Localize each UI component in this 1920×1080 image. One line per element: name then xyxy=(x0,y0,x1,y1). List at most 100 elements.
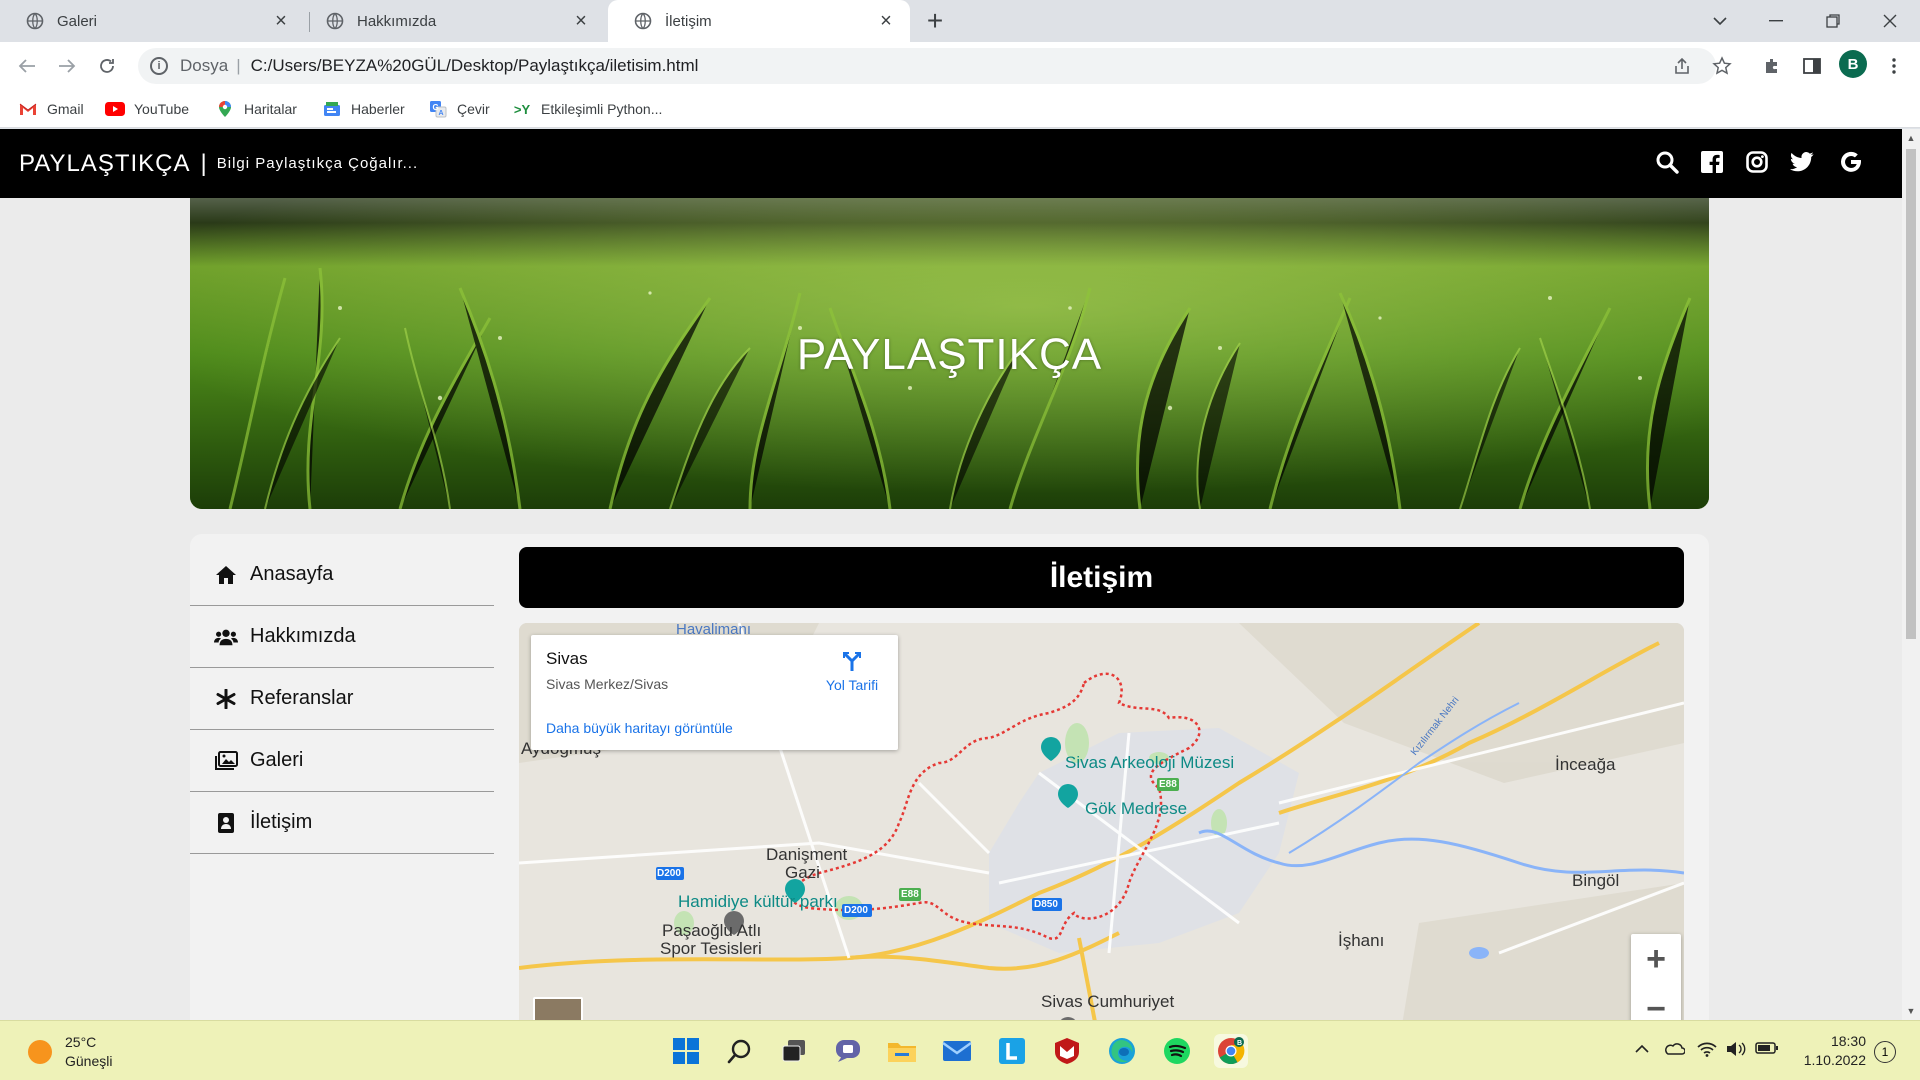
site-tagline: Bilgi Paylaştıkça Çoğalır... xyxy=(216,155,419,172)
back-arrow-icon[interactable] xyxy=(11,50,43,82)
road-shield-d200: D200 xyxy=(844,905,868,916)
instagram-icon[interactable] xyxy=(1742,147,1772,177)
reload-icon[interactable] xyxy=(91,50,123,82)
tab-search-chevron-icon[interactable] xyxy=(1692,0,1748,42)
wifi-icon[interactable] xyxy=(1697,1041,1717,1060)
facebook-icon[interactable] xyxy=(1697,147,1727,177)
new-tab-button[interactable]: + xyxy=(920,5,950,36)
globe-icon xyxy=(634,12,652,30)
google-icon[interactable] xyxy=(1836,147,1866,177)
asterisk-icon xyxy=(214,687,238,711)
weather-widget[interactable]: 25°C Güneşli xyxy=(28,1033,112,1071)
map-label-park[interactable]: Hamidiye kültür parkı xyxy=(678,892,838,912)
system-clock[interactable]: 18:30 1.10.2022 xyxy=(1786,1032,1866,1070)
more-menu-icon[interactable] xyxy=(1880,52,1908,80)
browser-tab-strip: Galeri × Hakkımızda × İletişim × + xyxy=(0,0,1920,42)
bookmark-gmail[interactable]: Gmail xyxy=(18,90,84,128)
tab-iletisim[interactable]: İletişim × xyxy=(608,0,910,42)
map-zoom-controls: + − xyxy=(1631,934,1681,1020)
bookmark-haritalar[interactable]: Haritalar xyxy=(215,90,297,128)
satellite-toggle-thumbnail[interactable] xyxy=(533,997,583,1020)
profile-avatar[interactable]: B xyxy=(1839,50,1867,78)
omnibox-scheme-label: Dosya xyxy=(180,56,229,75)
tab-title: İletişim xyxy=(665,12,712,30)
globe-icon xyxy=(26,12,44,30)
map-label-danisment: Danişment xyxy=(766,845,848,864)
task-view-icon[interactable] xyxy=(777,1034,811,1068)
sidebar-item-galeri[interactable]: Galeri xyxy=(190,730,494,792)
search-icon[interactable] xyxy=(723,1034,757,1068)
page-scrollbar[interactable]: ▲ ▼ xyxy=(1902,129,1920,1020)
extensions-icon[interactable] xyxy=(1758,52,1786,80)
tray-overflow-chevron-icon[interactable] xyxy=(1635,1041,1649,1057)
scroll-down-arrow-icon[interactable]: ▼ xyxy=(1906,1006,1916,1016)
sidebar-item-anasayfa[interactable]: Anasayfa xyxy=(190,544,494,606)
url-text[interactable]: C:/Users/BEYZA%20GÜL/Desktop/Paylaştıkça… xyxy=(251,56,699,76)
clock-time: 18:30 xyxy=(1830,1033,1866,1049)
teams-chat-icon[interactable] xyxy=(831,1034,865,1068)
scroll-up-arrow-icon[interactable]: ▲ xyxy=(1906,133,1916,143)
temperature: 25°C xyxy=(65,1034,97,1050)
side-panel-icon[interactable] xyxy=(1798,52,1826,80)
close-icon[interactable]: × xyxy=(876,10,896,32)
file-explorer-icon[interactable] xyxy=(885,1034,919,1068)
edge-icon[interactable] xyxy=(1105,1034,1139,1068)
forward-arrow-icon[interactable] xyxy=(51,50,83,82)
close-icon[interactable]: × xyxy=(271,10,291,32)
larger-map-link[interactable]: Daha büyük haritayı görüntüle xyxy=(546,720,733,736)
minimize-icon[interactable] xyxy=(1748,0,1804,42)
clock-date: 1.10.2022 xyxy=(1803,1052,1866,1068)
sidebar-item-label: Hakkımızda xyxy=(250,625,356,647)
road-shield-d200: D200 xyxy=(657,868,681,879)
mcafee-icon[interactable] xyxy=(1050,1034,1084,1068)
sidebar-item-iletisim[interactable]: İletişim xyxy=(190,792,494,854)
map-label-museum[interactable]: Sivas Arkeoloji Müzesi xyxy=(1065,753,1234,773)
bookmark-star-icon[interactable] xyxy=(1708,52,1736,80)
tab-title: Galeri xyxy=(57,12,98,30)
l-app-icon[interactable] xyxy=(995,1034,1029,1068)
tab-galeri[interactable]: Galeri × xyxy=(0,0,305,42)
zoom-in-button[interactable]: + xyxy=(1631,934,1681,984)
brand-logo-text[interactable]: PAYLAŞTIKÇA xyxy=(19,150,191,178)
share-icon[interactable] xyxy=(1668,52,1696,80)
notification-badge[interactable]: 1 xyxy=(1874,1041,1896,1063)
mail-icon[interactable] xyxy=(940,1034,974,1068)
close-icon[interactable]: × xyxy=(571,10,591,32)
bookmark-haberler[interactable]: Haberler xyxy=(322,90,405,128)
chrome-icon[interactable]: B xyxy=(1214,1034,1248,1068)
onedrive-cloud-icon[interactable] xyxy=(1663,1041,1686,1058)
bookmark-label: Haritalar xyxy=(244,101,297,117)
sidebar-item-referanslar[interactable]: Referanslar xyxy=(190,668,494,730)
window-close-icon[interactable] xyxy=(1862,0,1918,42)
place-address: Sivas Merkez/Sivas xyxy=(546,676,669,692)
map-label-spor-tesisleri[interactable]: Spor Tesisleri xyxy=(660,939,762,959)
bookmark-python[interactable]: >Y Etkileşimli Python... xyxy=(512,90,663,128)
tab-hakkimizda[interactable]: Hakkımızda × xyxy=(300,0,605,42)
sidebar-item-label: İletişim xyxy=(250,811,313,833)
sidebar-item-hakkimizda[interactable]: Hakkımızda xyxy=(190,606,494,668)
embedded-google-map[interactable]: Aydoğmuş Sivas Arkeoloji Müzesi Gök Medr… xyxy=(519,623,1684,1020)
scrollbar-thumb[interactable] xyxy=(1906,149,1916,639)
windows-start-icon[interactable] xyxy=(669,1034,703,1068)
bookmark-cevir[interactable]: GA Çevir xyxy=(428,90,490,128)
bookmark-label: Etkileşimli Python... xyxy=(541,101,663,117)
search-icon[interactable] xyxy=(1652,147,1682,177)
restore-icon[interactable] xyxy=(1805,0,1861,42)
gmail-icon xyxy=(18,100,38,118)
directions-button[interactable]: Yol Tarifi xyxy=(817,649,887,693)
site-header: PAYLAŞTIKÇA | Bilgi Paylaştıkça Çoğalır.… xyxy=(0,129,1902,198)
map-label-pasaoglu[interactable]: Paşaoğlu Atlı xyxy=(662,921,761,941)
info-icon[interactable]: i xyxy=(150,57,168,75)
address-bar-row: i Dosya | C:/Users/BEYZA%20GÜL/Desktop/P… xyxy=(0,42,1920,90)
volume-icon[interactable] xyxy=(1726,1041,1746,1060)
bookmark-label: Gmail xyxy=(47,101,84,117)
battery-icon[interactable] xyxy=(1755,1041,1779,1058)
omnibox[interactable]: i Dosya | C:/Users/BEYZA%20GÜL/Desktop/P… xyxy=(138,48,1716,84)
zoom-out-button[interactable]: − xyxy=(1631,984,1681,1021)
bookmark-youtube[interactable]: YouTube xyxy=(105,90,189,128)
spotify-icon[interactable] xyxy=(1160,1034,1194,1068)
map-label-medrese[interactable]: Gök Medrese xyxy=(1085,799,1187,819)
users-icon xyxy=(214,625,238,649)
map-label-university[interactable]: Sivas Cumhuriyet xyxy=(1041,992,1174,1012)
twitter-icon[interactable] xyxy=(1787,147,1817,177)
